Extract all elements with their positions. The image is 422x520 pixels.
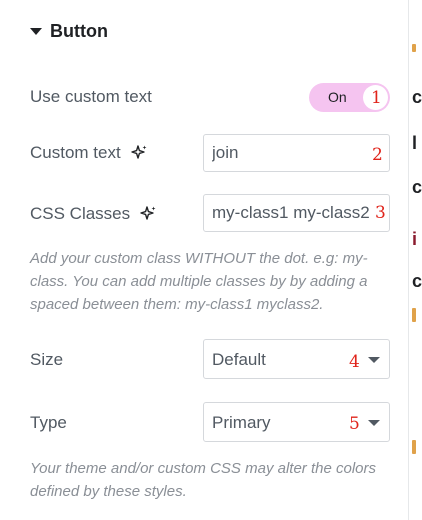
annotation-marker-4: 4	[349, 352, 360, 372]
annotation-marker-5: 5	[349, 414, 360, 434]
canvas-fragment: c	[412, 271, 422, 291]
css-classes-input-wrap	[203, 194, 390, 232]
section-header[interactable]: Button	[30, 21, 108, 42]
canvas-fragment: l	[412, 133, 418, 153]
canvas-fragment: i	[412, 229, 418, 249]
canvas-fragment	[412, 44, 416, 52]
use-custom-text-label-text: Use custom text	[30, 87, 152, 106]
sparkle-icon[interactable]	[139, 205, 157, 223]
size-select[interactable]: Default	[203, 339, 390, 379]
css-classes-input[interactable]	[204, 195, 389, 231]
style-note: Your theme and/or custom CSS may alter t…	[30, 460, 376, 500]
toggle-state-label: On	[328, 89, 347, 105]
custom-text-input-wrap	[203, 134, 390, 172]
css-classes-help: Add your custom class WITHOUT the dot. e…	[30, 250, 368, 313]
css-classes-label: CSS Classes	[30, 204, 157, 224]
caret-down-icon	[368, 357, 380, 363]
settings-panel: Button Use custom text On Custom text CS…	[0, 0, 408, 520]
caret-down-icon	[368, 420, 380, 426]
annotation-marker-2: 2	[372, 145, 383, 165]
css-classes-label-text: CSS Classes	[30, 204, 131, 223]
preview-canvas-edge: c l c i c	[408, 0, 422, 520]
canvas-fragment: c	[412, 177, 422, 197]
canvas-fragment: c	[412, 87, 422, 107]
canvas-fragment	[412, 308, 416, 322]
type-selected-value: Primary	[212, 413, 271, 432]
use-custom-text-label: Use custom text	[30, 87, 152, 107]
sparkle-icon[interactable]	[130, 144, 148, 162]
canvas-fragment	[412, 440, 416, 454]
custom-text-label-text: Custom text	[30, 143, 121, 162]
type-label-text: Type	[30, 413, 67, 432]
type-select[interactable]: Primary	[203, 402, 390, 442]
annotation-marker-3: 3	[375, 203, 386, 223]
caret-down-icon	[30, 28, 42, 35]
custom-text-label: Custom text	[30, 143, 148, 163]
custom-text-input[interactable]	[204, 135, 389, 171]
annotation-marker-1: 1	[371, 88, 382, 108]
type-label: Type	[30, 413, 67, 433]
size-label: Size	[30, 350, 63, 370]
section-title: Button	[50, 21, 108, 41]
size-selected-value: Default	[212, 350, 266, 369]
size-label-text: Size	[30, 350, 64, 369]
